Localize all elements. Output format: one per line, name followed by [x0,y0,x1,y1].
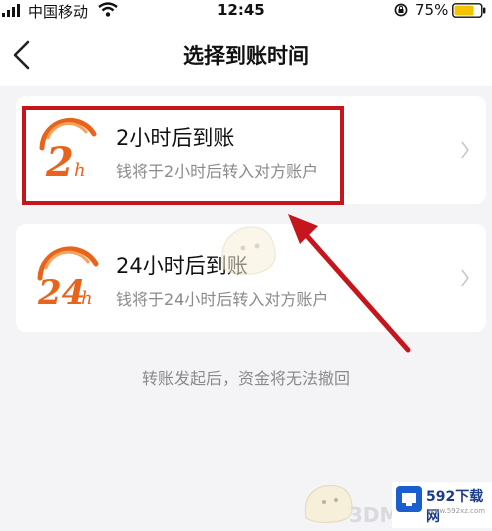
site-name: 592下载网 [426,489,484,525]
logo-unit: h [81,288,93,309]
battery-percentage: 75% [415,1,449,19]
site-watermark-badge: 592下载网 www.592xz.com [392,482,492,528]
option-subtitle: 钱将于2小时后转入对方账户 [116,162,319,181]
chevron-right-icon [461,269,469,287]
option-subtitle: 钱将于24小时后转入对方账户 [116,290,329,309]
twenty-four-hours-logo-icon: 24 h [37,246,99,313]
rotation-lock-icon [394,3,408,17]
two-hours-logo-icon: 2 h [39,117,97,186]
wifi-icon [98,2,118,17]
irrevocable-notice: 转账发起后，资金将无法撤回 [141,369,350,388]
logo-number: 2 [45,139,74,186]
logo-unit: h [74,160,86,181]
status-time: 12:45 [217,1,265,19]
signal-strength-icon [2,4,20,17]
chevron-right-icon [461,141,469,159]
carrier-name: 中国移动 [28,3,89,21]
watermark-mascot-icon [221,226,276,276]
option-title: 2小时后到账 [116,126,235,150]
navigation-bar: 选择到账时间 [0,22,492,86]
logo-number: 24 [37,273,85,313]
option-2-hours[interactable]: 2 h 2小时后到账 钱将于2小时后转入对方账户 [16,96,486,204]
battery-icon [452,3,486,18]
status-bar: 中国移动 12:45 75% [0,0,492,22]
page-title: 选择到账时间 [183,44,309,68]
site-logo-icon [396,486,422,512]
site-url: www.592xz.com [428,507,486,515]
